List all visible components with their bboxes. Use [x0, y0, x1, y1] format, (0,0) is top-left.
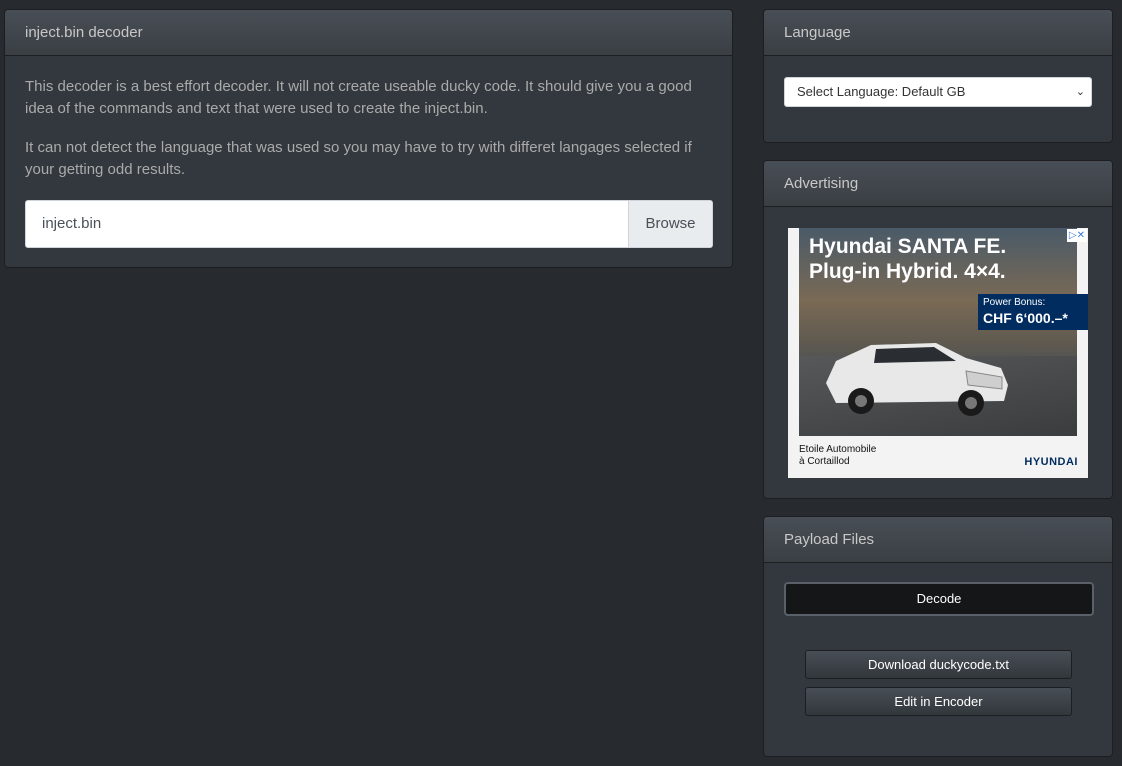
decoder-panel-title: inject.bin decoder: [5, 10, 732, 56]
decoder-description-2: It can not detect the language that was …: [25, 139, 692, 178]
ad-bonus-box: Power Bonus: CHF 6‘000.–*: [978, 294, 1088, 330]
file-input[interactable]: inject.bin Browse: [25, 200, 713, 248]
hyundai-logo: HYUNDAI: [1024, 456, 1078, 468]
decoder-panel-body: This decoder is a best effort decoder. I…: [5, 56, 732, 181]
ad-bonus-value: CHF 6‘000.–*: [983, 310, 1068, 326]
language-select[interactable]: Select Language: Default GB ⌄: [784, 77, 1092, 107]
ad-headline-line-1: Hyundai SANTA FE.: [809, 235, 1007, 258]
download-duckycode-button[interactable]: Download duckycode.txt: [805, 650, 1072, 679]
browse-button[interactable]: Browse: [628, 201, 712, 247]
ad-brand-name: HYUNDAI: [1024, 456, 1078, 468]
ad-banner[interactable]: Hyundai SANTA FE. Plug-in Hybrid. 4×4. P…: [788, 228, 1088, 478]
ad-headline-line-2: Plug-in Hybrid. 4×4.: [809, 260, 1006, 283]
ad-choices-icon[interactable]: ▷✕: [1066, 229, 1087, 242]
language-panel-title: Language: [764, 10, 1112, 56]
advertising-panel: Advertising Hyundai SANTA FE. Plug-in Hy…: [763, 160, 1113, 499]
chevron-down-icon: ⌄: [1075, 86, 1085, 98]
ad-headline: Hyundai SANTA FE. Plug-in Hybrid. 4×4.: [809, 234, 1039, 284]
ad-dealer: Etoile Automobile à Cortaillod: [799, 444, 876, 468]
car-image: [826, 343, 1008, 416]
ad-dealer-line-1: Etoile Automobile: [799, 444, 877, 455]
advertising-panel-title: Advertising: [764, 161, 1112, 207]
ad-bonus-label: Power Bonus:: [983, 297, 1046, 308]
decode-button[interactable]: Decode: [784, 582, 1094, 616]
language-select-value: Select Language: Default GB: [797, 84, 966, 99]
ad-dealer-line-2: à Cortaillod: [799, 456, 850, 467]
payload-panel-title: Payload Files: [764, 517, 1112, 563]
edit-in-encoder-button[interactable]: Edit in Encoder: [805, 687, 1072, 716]
payload-panel: Payload Files Decode Download duckycode.…: [763, 516, 1113, 757]
decoder-description-1: This decoder is a best effort decoder. I…: [25, 78, 692, 117]
language-panel: Language Select Language: Default GB ⌄: [763, 9, 1113, 143]
decoder-panel: inject.bin decoder This decoder is a bes…: [4, 9, 733, 268]
file-input-value: inject.bin: [42, 215, 102, 232]
